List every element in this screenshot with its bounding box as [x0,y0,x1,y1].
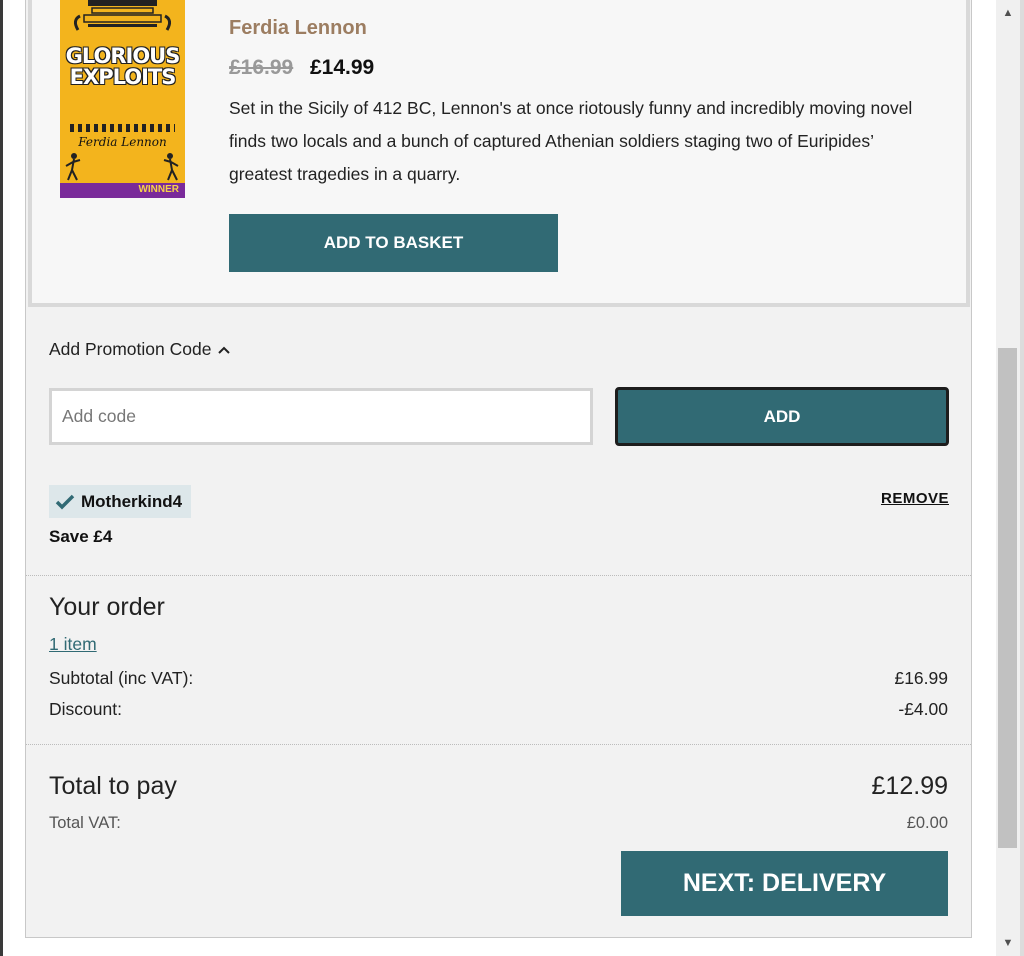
promo-code-input[interactable] [49,388,593,445]
discount-value: -£4.00 [898,699,948,719]
total-value: £12.99 [871,772,948,800]
subtotal-row: Subtotal (inc VAT): £16.99 [49,668,948,689]
scroll-up-arrow-icon[interactable]: ▲ [996,4,1020,22]
order-items-link[interactable]: 1 item [49,634,97,655]
total-label: Total to pay [49,772,177,800]
discount-row: Discount: -£4.00 [49,699,948,720]
applied-promo-tag: Motherkind4 [49,485,192,518]
figures-illustration [65,153,179,181]
promo-toggle-label: Add Promotion Code [49,339,212,359]
award-badge: WINNER [138,184,179,195]
scrollbar-thumb[interactable] [998,348,1017,848]
book-author[interactable]: Ferdia Lennon [229,17,367,40]
check-icon [55,494,75,509]
urn-illustration [73,0,172,31]
award-banner: WINNER [60,183,185,198]
book-cover-image[interactable]: GLORIOUS EXPLOITS Ferdia Lennon WINNER [60,0,185,198]
book-cover-title: GLORIOUS EXPLOITS [60,46,185,88]
vat-label: Total VAT: [49,814,121,832]
remove-promo-link[interactable]: REMOVE [881,490,949,507]
applied-promo-code: Motherkind4 [81,491,183,511]
greek-key-pattern [70,124,175,132]
subtotal-value: £16.99 [894,668,948,688]
discount-label: Discount: [49,699,122,719]
subtotal-label: Subtotal (inc VAT): [49,668,194,688]
vat-row: Total VAT: £0.00 [49,814,948,833]
vat-value: £0.00 [906,814,948,832]
chevron-up-icon [218,346,231,354]
window-edge [0,0,3,956]
original-price: £16.99 [229,56,294,79]
cover-title-line1: GLORIOUS [65,44,181,68]
section-divider [26,744,971,745]
sale-price: £14.99 [310,56,375,79]
promo-savings: Save £4 [49,527,113,546]
window-edge [1020,0,1024,956]
promo-code-toggle[interactable]: Add Promotion Code [49,339,231,360]
book-description: Set in the Sicily of 412 BC, Lennon's at… [229,98,913,184]
cover-title-line2: EXPLOITS [69,65,177,89]
order-summary-title: Your order [49,593,165,621]
cover-author: Ferdia Lennon [78,135,167,149]
vertical-scrollbar[interactable]: ▲ ▼ [996,0,1020,956]
next-delivery-button[interactable]: NEXT: DELIVERY [621,851,948,916]
add-promo-button[interactable]: ADD [615,387,949,446]
total-row: Total to pay £12.99 [49,772,948,801]
add-to-basket-button[interactable]: ADD TO BASKET [229,214,558,272]
scroll-down-arrow-icon[interactable]: ▼ [996,934,1020,952]
section-divider [26,575,971,576]
